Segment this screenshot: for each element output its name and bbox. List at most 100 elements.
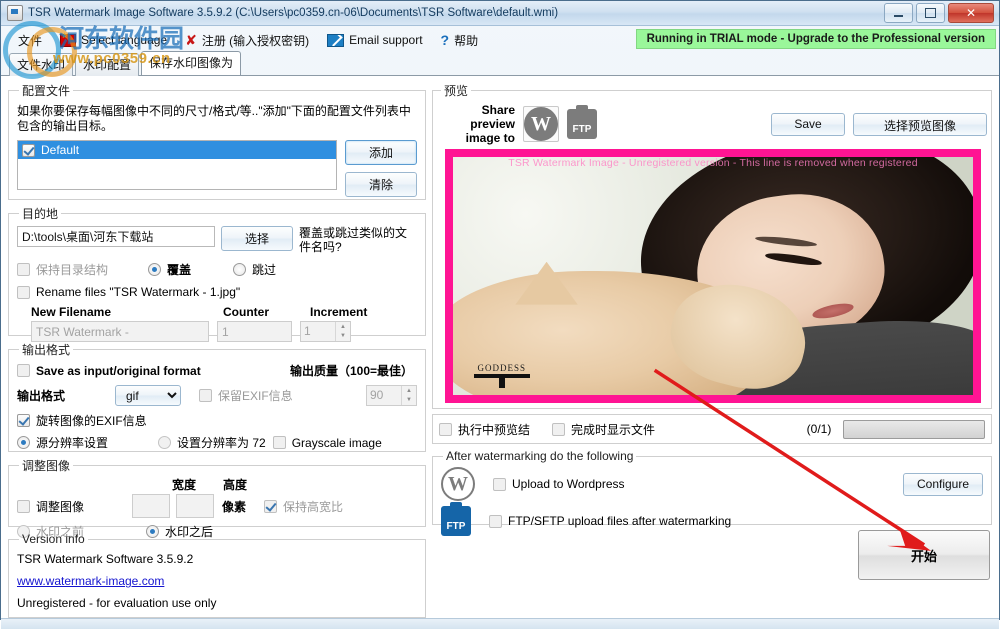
menu-register-label: 注册 (输入授权密钥) [201, 33, 310, 48]
destination-path-input[interactable] [17, 226, 215, 247]
progress-group: 执行中预览结 完成时显示文件 (0/1) [432, 414, 992, 444]
rename-fields-labels: New Filename Counter Increment [17, 305, 417, 319]
app-icon [7, 5, 23, 21]
menu-item-help[interactable]: ? 帮助 [432, 30, 488, 51]
quality-spinner-buttons[interactable]: ▲ ▼ [401, 386, 416, 405]
rotate-exif-row: 旋转图像的EXIF信息 [17, 412, 417, 429]
new-filename-input[interactable] [31, 321, 209, 342]
resize-fields-row: 调整图像 像素 保持高宽比 [17, 494, 417, 518]
keep-directory-structure-checkbox[interactable] [17, 263, 30, 276]
choose-destination-button[interactable]: 选择 [221, 226, 293, 251]
share-wordpress-button[interactable]: W [523, 106, 559, 142]
output-format-select[interactable]: gif [115, 385, 181, 406]
upload-to-wordpress-checkbox[interactable] [493, 477, 506, 491]
rename-files-checkbox[interactable] [17, 285, 30, 299]
output-format-row: 输出格式 gif 保留EXIF信息 90 ▲ ▼ [17, 385, 417, 406]
skip-label: 跳过 [252, 263, 277, 277]
wordpress-icon: W [524, 107, 558, 141]
grayscale-checkbox[interactable] [272, 436, 286, 449]
increment-down-icon[interactable]: ▼ [336, 332, 350, 342]
rename-files-row: Rename files "TSR Watermark - 1.jpg" [17, 285, 417, 299]
ftp-upload-label: FTP/SFTP upload files after watermarking [508, 514, 732, 528]
menu-email-support-label: Email support [349, 33, 423, 47]
output-format-legend: 输出格式 [22, 343, 71, 357]
menu-item-file[interactable]: 文件 [9, 30, 51, 51]
width-input[interactable] [132, 494, 171, 518]
configure-button[interactable]: Configure [903, 472, 983, 496]
registration-status-label: Unregistered - for evaluation use only [17, 596, 217, 610]
minimize-button[interactable] [884, 3, 913, 23]
profiles-legend: 配置文件 [22, 84, 71, 98]
trial-mode-banner[interactable]: Running in TRIAL mode - Upgrade to the P… [635, 29, 996, 49]
right-column: 预览 Share preview image to W FTP Save 选择预… [432, 82, 992, 618]
watermark-image-link[interactable]: www.watermark-image.com [17, 574, 164, 588]
keep-exif-checkbox[interactable] [199, 389, 212, 402]
rotate-exif-checkbox[interactable] [17, 414, 30, 427]
height-input[interactable] [176, 494, 215, 518]
height-label: 高度 [223, 478, 248, 492]
preview-image[interactable]: GODDESS TSR Watermark Image - Unregister… [445, 149, 981, 403]
source-dpi-radio[interactable] [17, 436, 30, 449]
menu-item-select-language[interactable]: Select language [51, 31, 176, 49]
rename-fields-row: 1 ▲ ▼ [17, 321, 417, 342]
pixels-label: 像素 [222, 499, 247, 514]
overwrite-radio[interactable] [148, 263, 162, 276]
output-format-label: 输出格式 [17, 389, 66, 403]
start-button-row: 开始 [432, 530, 992, 580]
maximize-icon [925, 8, 936, 18]
show-files-when-done-label: 完成时显示文件 [571, 422, 656, 437]
after-watermarking-group: After watermarking do the following W Up… [432, 449, 992, 536]
increment-stepper[interactable]: 1 ▲ ▼ [300, 321, 351, 342]
increment-spinner-buttons[interactable]: ▲ ▼ [335, 322, 350, 341]
tab-file-watermark[interactable]: 文件水印 [9, 53, 74, 76]
increment-up-icon[interactable]: ▲ [336, 322, 350, 332]
version-info-group: Version info TSR Watermark Software 3.5.… [8, 532, 426, 618]
add-profile-button[interactable]: 添加 [345, 140, 417, 165]
profile-checkbox[interactable] [22, 143, 35, 157]
output-quality-stepper[interactable]: 90 ▲ ▼ [366, 385, 417, 406]
title-bar: TSR Watermark Image Software 3.5.9.2 (C:… [1, 1, 999, 26]
resize-legend: 调整图像 [22, 459, 71, 473]
clear-profile-button[interactable]: 清除 [345, 172, 417, 197]
tab-save-watermarked-image-as[interactable]: 保存水印图像为 [141, 51, 242, 75]
preview-legend: 预览 [444, 84, 469, 98]
image-watermark-logo: GODDESS [473, 363, 530, 388]
window-controls: ✕ [884, 3, 994, 23]
choose-preview-image-button[interactable]: 选择预览图像 [853, 112, 987, 136]
close-button[interactable]: ✕ [948, 3, 994, 23]
destination-options-row: 保持目录结构 覆盖 跳过 [17, 261, 417, 278]
image-watermark-stem [498, 377, 505, 388]
save-as-input-format-checkbox[interactable] [17, 364, 30, 377]
output-quality-value: 90 [370, 388, 384, 402]
save-preview-button[interactable]: Save [771, 112, 845, 136]
counter-input[interactable] [217, 321, 292, 342]
skip-radio[interactable] [233, 263, 247, 276]
set-dpi-label: 设置分辨率为 72 [177, 436, 266, 450]
tab-watermark-config[interactable]: 水印配置 [75, 53, 140, 76]
profiles-listbox[interactable]: Default [17, 140, 337, 190]
keep-aspect-ratio-checkbox[interactable] [264, 499, 278, 513]
show-files-when-done-checkbox[interactable] [552, 422, 566, 436]
source-dpi-label: 源分辨率设置 [36, 436, 109, 450]
overwrite-label: 覆盖 [167, 263, 192, 277]
application-window: TSR Watermark Image Software 3.5.9.2 (C:… [0, 0, 1000, 629]
quality-up-icon[interactable]: ▲ [402, 386, 416, 396]
preview-while-running-checkbox[interactable] [439, 422, 452, 436]
set-dpi-radio[interactable] [158, 436, 172, 449]
menu-item-email-support[interactable]: Email support [318, 31, 431, 49]
resize-label: 调整图像 [36, 499, 85, 514]
ftp-icon[interactable]: FTP [567, 105, 597, 139]
menu-item-register[interactable]: ✘ 注册 (输入授权密钥) [176, 30, 318, 51]
ftp-upload-checkbox[interactable] [489, 514, 502, 528]
list-item[interactable]: Default [18, 141, 336, 159]
version-product-label: TSR Watermark Software 3.5.9.2 [17, 552, 194, 566]
progress-bar [843, 419, 985, 439]
share-preview-label: Share preview image to [465, 103, 515, 145]
quality-down-icon[interactable]: ▼ [402, 396, 416, 406]
resize-checkbox[interactable] [17, 499, 30, 513]
maximize-button[interactable] [916, 3, 945, 23]
rename-files-label: Rename files "TSR Watermark - 1.jpg" [36, 285, 241, 299]
minimize-icon [894, 14, 903, 17]
start-button[interactable]: 开始 [858, 530, 990, 580]
menu-help-label: 帮助 [454, 33, 479, 48]
